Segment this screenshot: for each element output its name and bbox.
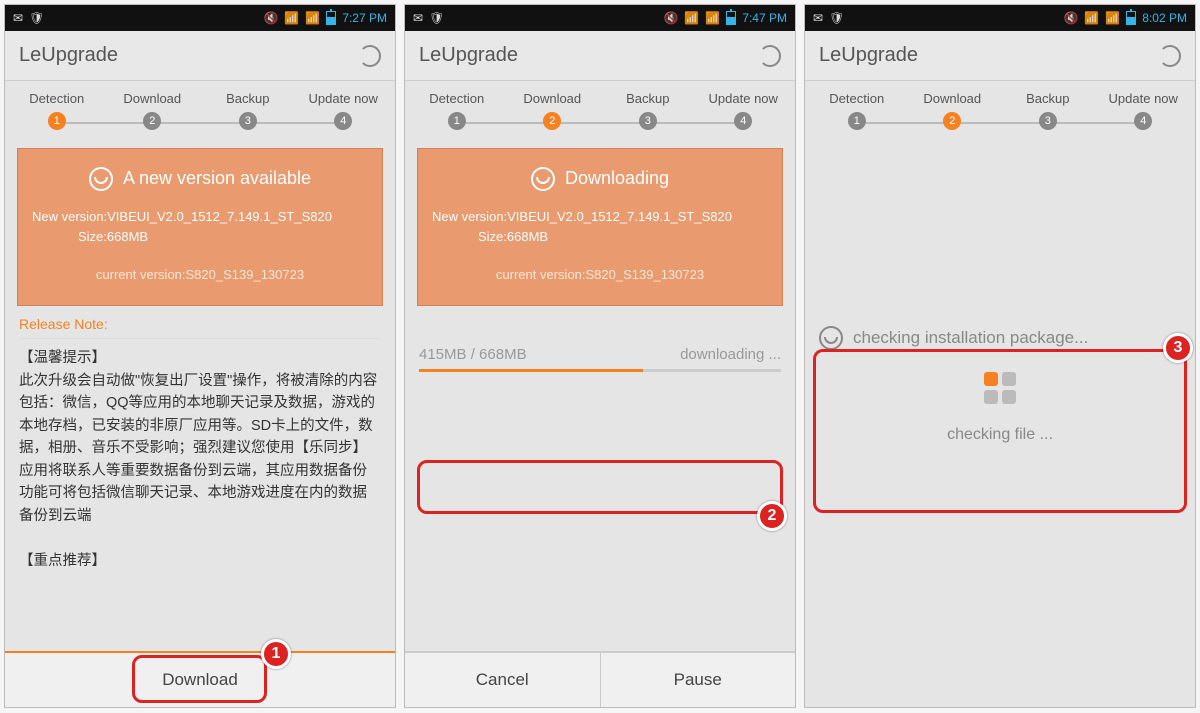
envelope-icon: ✉	[813, 11, 823, 25]
pause-button[interactable]: Pause	[601, 653, 796, 707]
update-card: A new version available New version:VIBE…	[17, 148, 383, 306]
step-backup[interactable]: Backup3	[200, 91, 296, 130]
status-bar: ✉ 🛡 🔇 📶 📶 8:02 PM	[805, 5, 1195, 31]
step-backup[interactable]: Backup3	[1000, 91, 1096, 130]
step-update[interactable]: Update now4	[296, 91, 392, 130]
shield-icon: 🛡	[429, 11, 444, 25]
smiley-icon	[89, 167, 113, 191]
clock: 8:02 PM	[1142, 11, 1187, 25]
step-download[interactable]: Download2	[505, 91, 601, 130]
battery-icon	[1126, 11, 1136, 25]
envelope-icon: ✉	[13, 11, 23, 25]
bottom-bar: Download	[5, 651, 395, 707]
step-update[interactable]: Update now4	[696, 91, 792, 130]
step-backup[interactable]: Backup3	[600, 91, 696, 130]
progress-status: downloading ...	[680, 346, 781, 363]
refresh-icon[interactable]	[359, 45, 381, 67]
checking-panel: checking installation package... checkin…	[819, 326, 1181, 444]
steps-tracker: Detection1 Download2 Backup3 Update now4	[405, 81, 795, 136]
card-title: Downloading	[565, 165, 669, 193]
step-detection[interactable]: Detection1	[809, 91, 905, 130]
step-download[interactable]: Download2	[905, 91, 1001, 130]
release-note-label: Release Note:	[19, 316, 381, 339]
callout-2	[417, 460, 783, 514]
cancel-button[interactable]: Cancel	[405, 653, 601, 707]
smiley-icon	[531, 167, 555, 191]
refresh-icon[interactable]	[1159, 45, 1181, 67]
app-title: LeUpgrade	[19, 44, 118, 67]
signal-icon: 📶	[705, 11, 720, 25]
badge-3: 3	[1163, 333, 1193, 363]
download-button[interactable]: Download	[5, 653, 395, 707]
wifi-icon: 📶	[1084, 11, 1099, 25]
refresh-icon[interactable]	[759, 45, 781, 67]
badge-2: 2	[757, 501, 787, 531]
steps-tracker: Detection1 Download2 Backup3 Update now4	[5, 81, 395, 136]
release-notes: 【温馨提示】 此次升级会自动做"恢复出厂设置"操作，将被清除的内容包括：微信，Q…	[19, 347, 381, 572]
status-bar: ✉ 🛡 🔇 📶 📶 7:47 PM	[405, 5, 795, 31]
app-header: LeUpgrade	[405, 31, 795, 81]
step-download[interactable]: Download2	[105, 91, 201, 130]
update-card: Downloading New version:VIBEUI_V2.0_1512…	[417, 148, 783, 306]
wifi-icon: 📶	[684, 11, 699, 25]
phone-screen-3: ✉ 🛡 🔇 📶 📶 8:02 PM LeUpgrade Detection1 D…	[804, 4, 1196, 708]
battery-icon	[726, 11, 736, 25]
signal-icon: 📶	[1105, 11, 1120, 25]
app-title: LeUpgrade	[819, 44, 918, 67]
phone-screen-1: ✉ 🛡 🔇 📶 📶 7:27 PM LeUpgrade Detection1 D…	[4, 4, 396, 708]
clock: 7:47 PM	[742, 11, 787, 25]
phone-screen-2: ✉ 🛡 🔇 📶 📶 7:47 PM LeUpgrade Detection1 D…	[404, 4, 796, 708]
step-detection[interactable]: Detection1	[409, 91, 505, 130]
checking-title: checking installation package...	[853, 328, 1088, 348]
status-bar: ✉ 🛡 🔇 📶 📶 7:27 PM	[5, 5, 395, 31]
signal-icon: 📶	[305, 11, 320, 25]
steps-tracker: Detection1 Download2 Backup3 Update now4	[805, 81, 1195, 136]
wifi-icon: 📶	[284, 11, 299, 25]
badge-1: 1	[261, 639, 291, 669]
smiley-icon	[819, 326, 843, 350]
loading-icon	[980, 372, 1020, 404]
app-header: LeUpgrade	[5, 31, 395, 81]
mute-icon: 🔇	[663, 11, 678, 25]
step-detection[interactable]: Detection1	[9, 91, 105, 130]
app-title: LeUpgrade	[419, 44, 518, 67]
shield-icon: 🛡	[29, 11, 44, 25]
progress-fill	[419, 369, 643, 372]
app-header: LeUpgrade	[805, 31, 1195, 81]
card-title: A new version available	[123, 165, 311, 193]
shield-icon: 🛡	[829, 11, 844, 25]
mute-icon: 🔇	[263, 11, 278, 25]
battery-icon	[326, 11, 336, 25]
envelope-icon: ✉	[413, 11, 423, 25]
bottom-bar: Cancel Pause	[405, 651, 795, 707]
download-progress: 415MB / 668MB downloading ...	[419, 346, 781, 372]
step-update[interactable]: Update now4	[1096, 91, 1192, 130]
mute-icon: 🔇	[1063, 11, 1078, 25]
clock: 7:27 PM	[342, 11, 387, 25]
checking-status: checking file ...	[819, 426, 1181, 444]
